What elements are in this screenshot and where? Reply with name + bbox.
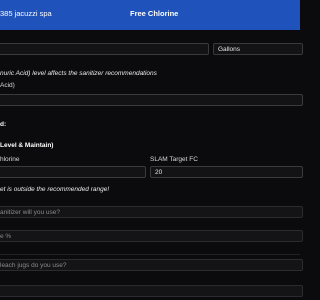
sanitizer-percent-select[interactable] [0,230,303,242]
chlorine-target-label: hlorine [0,156,20,163]
volume-unit-select[interactable]: Gallons [213,43,303,55]
device-name[interactable]: 385 jacuzzi spa [0,9,52,18]
targets-mode-heading: Level & Maintain) [0,142,54,149]
sanitizer-type-placeholder: anitizer will you use? [0,209,60,216]
bleach-jugs-placeholder: leach jugs do you use? [0,262,67,269]
slam-target-input[interactable]: 20 [150,166,303,178]
screen-title: Free Chlorine [130,9,179,18]
cya-input[interactable] [0,94,303,106]
chlorine-target-input[interactable] [0,166,146,178]
slam-target-value: 20 [155,169,163,176]
cya-field-label: Acid) [0,82,15,89]
bottom-field[interactable] [0,285,303,297]
cya-note: nuric Acid) level affects the sanitizer … [0,70,157,77]
range-warning: et is outside the recommended range! [0,186,110,193]
slam-target-label: SLAM Target FC [150,156,198,163]
targets-heading: d: [0,121,7,128]
volume-input[interactable] [0,43,209,55]
sanitizer-percent-placeholder: e % [0,233,12,240]
section-divider [0,254,300,255]
volume-unit-value: Gallons [218,46,241,53]
